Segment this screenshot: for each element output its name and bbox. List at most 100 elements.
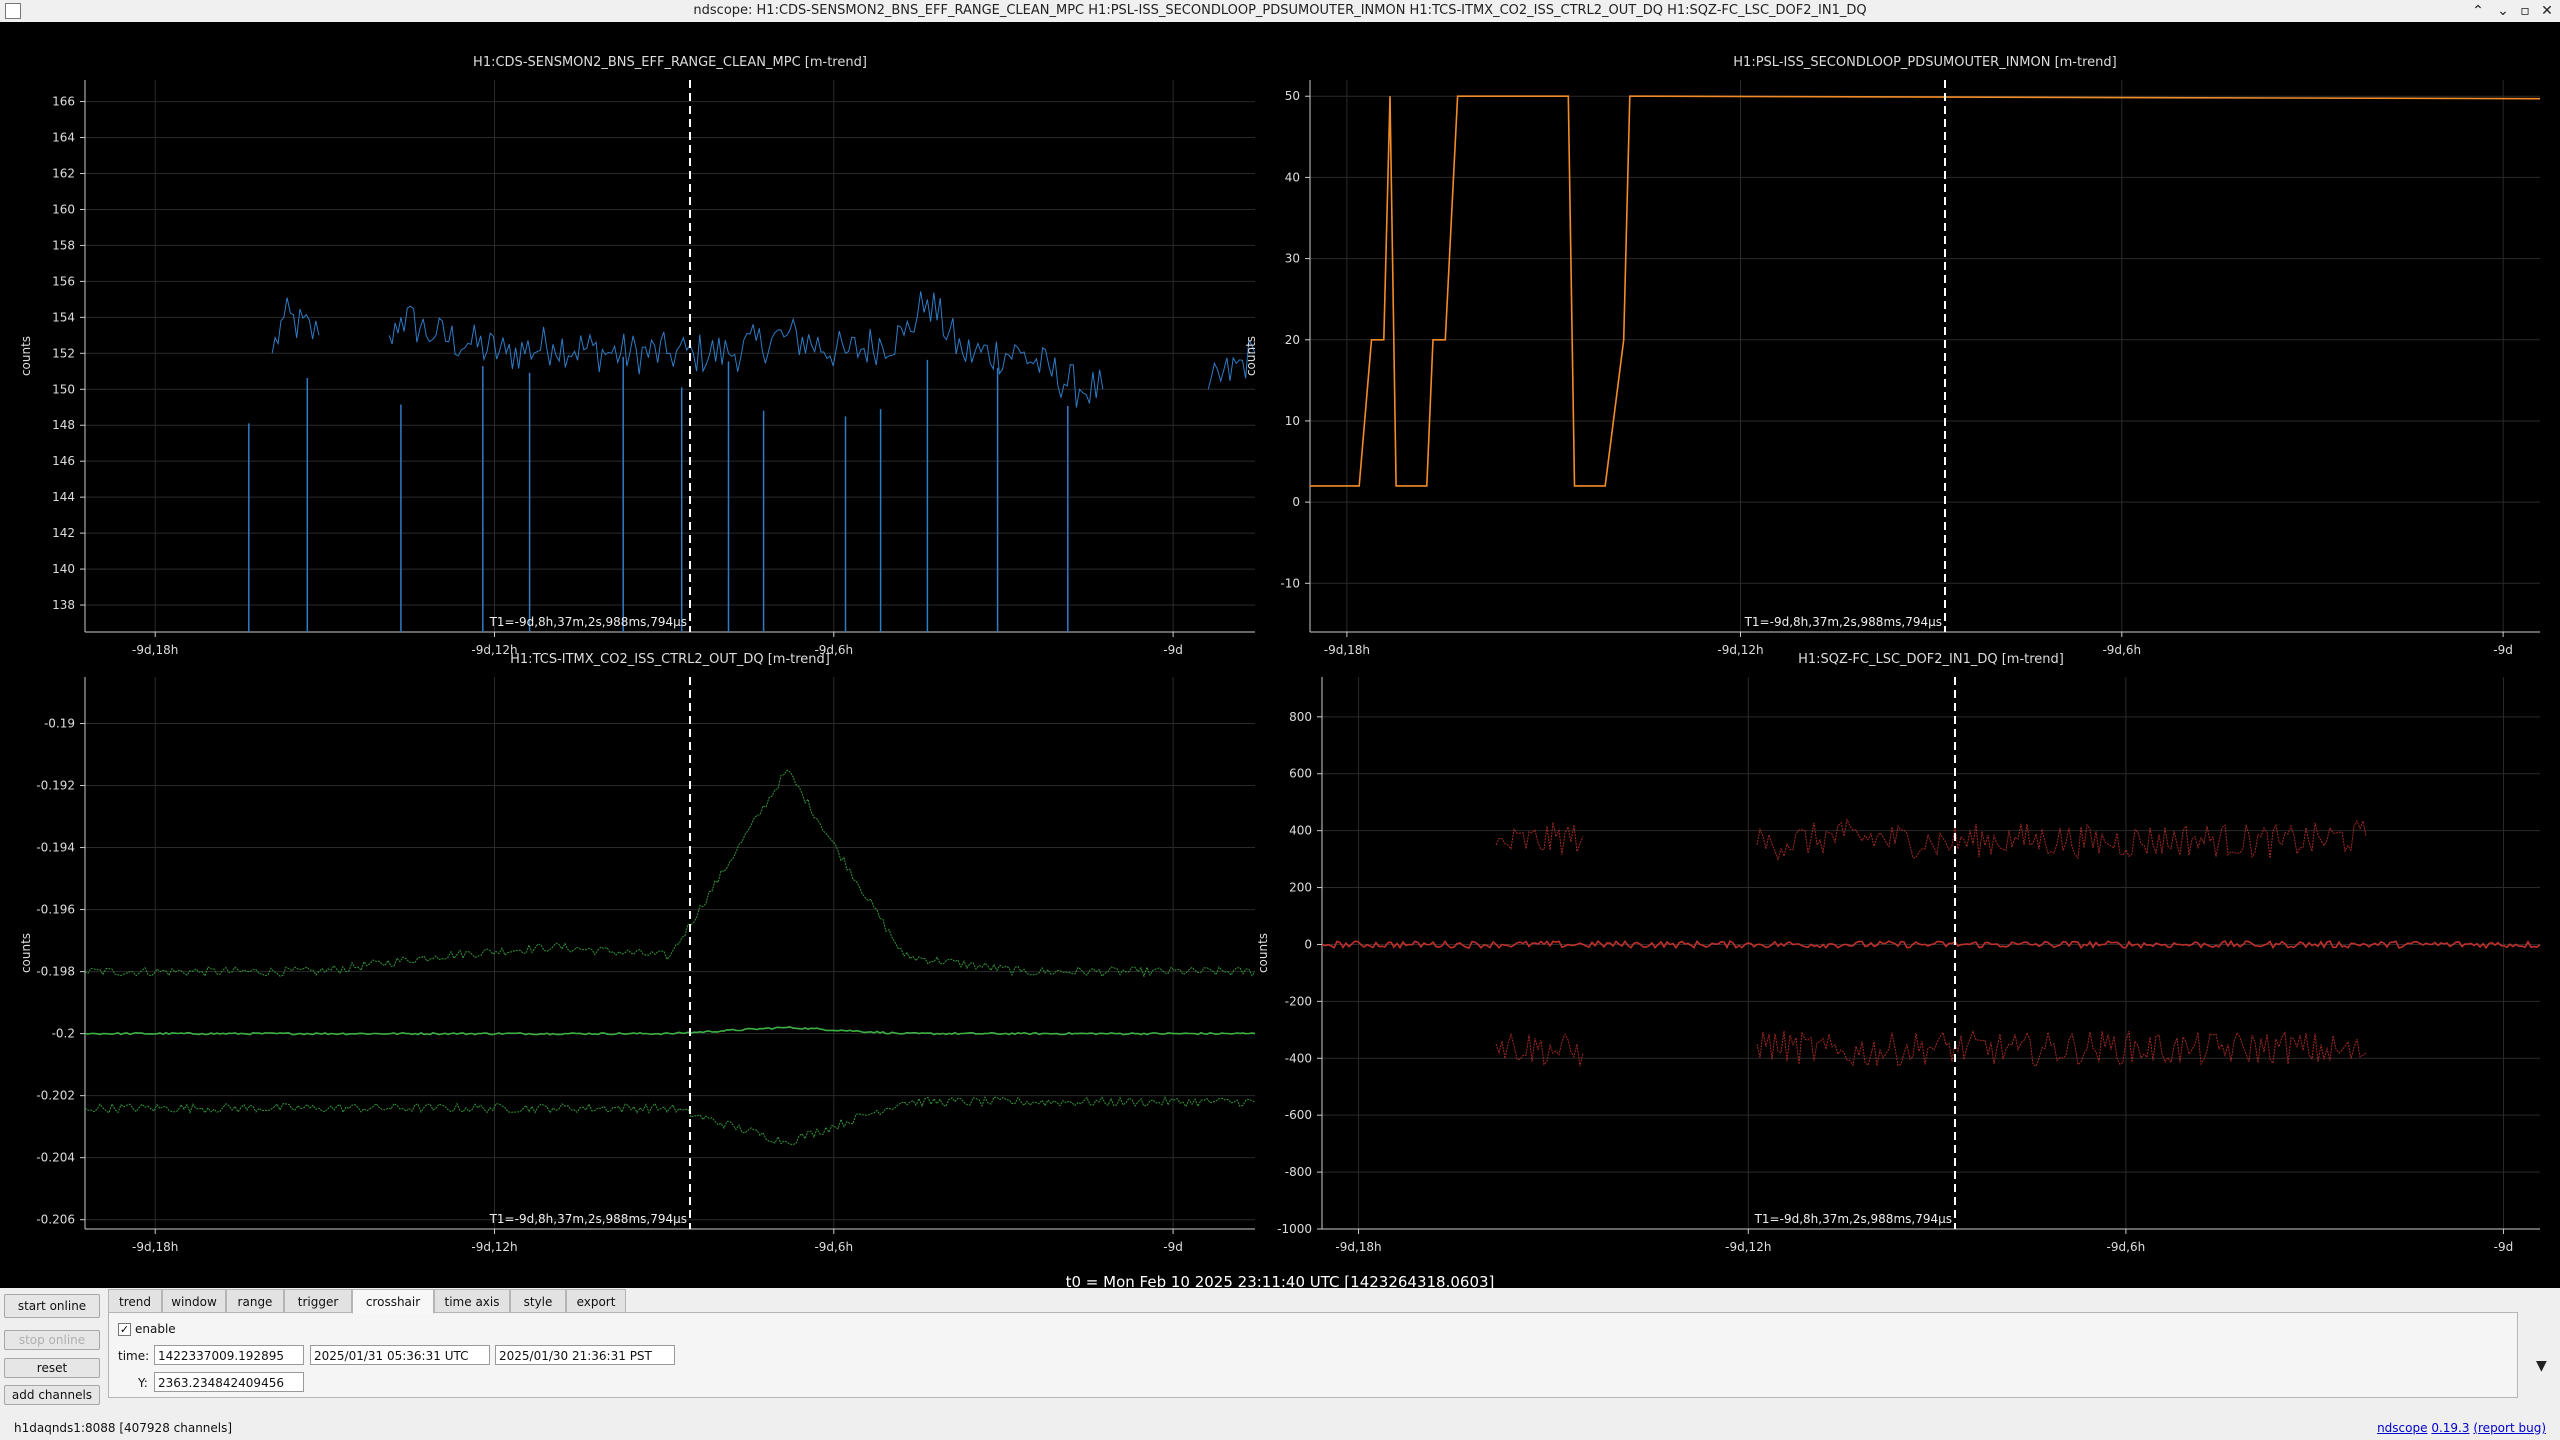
- y-tick-label: -0.194: [36, 841, 75, 855]
- enable-checkbox[interactable]: ✓: [118, 1323, 131, 1336]
- start-online-button[interactable]: start online: [4, 1294, 100, 1318]
- y-tick-label: 158: [52, 238, 75, 252]
- series-line-max: [84, 769, 1256, 978]
- plot-canvas[interactable]: H1:CDS-SENSMON2_BNS_EFF_RANGE_CLEAN_MPC …: [0, 22, 2560, 1288]
- y-tick-label: 0: [1292, 495, 1300, 509]
- y-tick-label: -400: [1285, 1051, 1312, 1065]
- tab-range[interactable]: range: [226, 1289, 284, 1313]
- y-value-field[interactable]: 2363.234842409456: [154, 1372, 304, 1392]
- y-tick-label: 146: [52, 454, 75, 468]
- crosshair-label: T1=-9d,8h,37m,2s,988ms,794µs: [489, 615, 687, 629]
- series-line-mean: [84, 1025, 1256, 1036]
- minimize-icon[interactable]: ⌃: [2468, 1, 2488, 21]
- y-tick-label: -0.192: [36, 779, 75, 793]
- tab-export[interactable]: export: [566, 1289, 626, 1313]
- x-tick-label: -9d,18h: [132, 643, 178, 657]
- tab-trend[interactable]: trend: [108, 1289, 162, 1313]
- y-axis-label: counts: [1244, 336, 1258, 376]
- series-line-min: [84, 1095, 1256, 1146]
- y-tick-label: -0.206: [36, 1213, 75, 1227]
- y-tick-label: 10: [1285, 414, 1300, 428]
- tab-style[interactable]: style: [510, 1289, 566, 1313]
- x-tick-label: -9d: [1163, 643, 1183, 657]
- tab-window[interactable]: window: [162, 1289, 226, 1313]
- y-tick-label: -600: [1285, 1108, 1312, 1122]
- y-tick-label: 152: [52, 346, 75, 360]
- y-tick-label: 154: [52, 310, 75, 324]
- stop-online-button[interactable]: stop online: [4, 1330, 100, 1350]
- minimize-window-icon[interactable]: ⌄: [2493, 1, 2513, 21]
- x-tick-label: -9d,6h: [2102, 643, 2141, 657]
- window-title: ndscope: H1:CDS-SENSMON2_BNS_EFF_RANGE_C…: [693, 3, 1867, 18]
- x-tick-label: -9d,6h: [814, 1240, 853, 1254]
- y-tick-label: 40: [1285, 170, 1300, 184]
- x-tick-label: -9d,18h: [1335, 1240, 1381, 1254]
- y-tick-label: 138: [52, 598, 75, 612]
- title-bar: ndscope: H1:CDS-SENSMON2_BNS_EFF_RANGE_C…: [0, 0, 2560, 23]
- gps-time-field[interactable]: 1422337009.192895: [154, 1345, 304, 1365]
- y-tick-label: -0.196: [36, 903, 75, 917]
- y-tick-label: 400: [1289, 824, 1312, 838]
- series-line-data: [1310, 95, 2541, 487]
- y-tick-label: 800: [1289, 710, 1312, 724]
- plot-title: H1:PSL-ISS_SECONDLOOP_PDSUMOUTER_INMON […: [1733, 55, 2116, 70]
- y-tick-label: 50: [1285, 89, 1300, 103]
- close-window-icon[interactable]: ✕: [2537, 1, 2557, 21]
- ndscope-link[interactable]: ndscope: [2377, 1421, 2427, 1435]
- y-tick-label: -0.2: [52, 1027, 75, 1041]
- maximize-window-icon[interactable]: ▫: [2515, 1, 2535, 21]
- y-tick-label: -1000: [1277, 1222, 1312, 1236]
- add-channels-button[interactable]: add channels: [4, 1385, 100, 1405]
- time-label: time:: [118, 1349, 150, 1363]
- chevron-down-icon[interactable]: ▼: [2536, 1358, 2547, 1374]
- y-axis-label: counts: [1256, 933, 1270, 973]
- y-axis-label: counts: [19, 336, 33, 376]
- plot-title: H1:TCS-ITMX_CO2_ISS_CTRL2_OUT_DQ [m-tren…: [510, 652, 830, 667]
- y-tick-label: -0.204: [36, 1151, 75, 1165]
- x-tick-label: -9d,12h: [1725, 1240, 1771, 1254]
- utc-time-field[interactable]: 2025/01/31 05:36:31 UTC: [310, 1345, 490, 1365]
- y-tick-label: -200: [1285, 994, 1312, 1008]
- report-bug-link[interactable]: (report bug): [2473, 1421, 2546, 1435]
- y-tick-label: 20: [1285, 333, 1300, 347]
- plot-title: H1:SQZ-FC_LSC_DOF2_IN1_DQ [m-trend]: [1798, 652, 2064, 667]
- y-tick-label: 200: [1289, 881, 1312, 895]
- reset-button[interactable]: reset: [4, 1358, 100, 1378]
- status-bar: h1daqnds1:8088 [407928 channels] ndscope…: [0, 1418, 2560, 1440]
- enable-label: enable: [135, 1322, 176, 1336]
- y-tick-label: 148: [52, 418, 75, 432]
- x-tick-label: -9d,6h: [2107, 1240, 2146, 1254]
- pst-time-field[interactable]: 2025/01/30 21:36:31 PST: [495, 1345, 675, 1365]
- tab-trigger[interactable]: trigger: [284, 1289, 352, 1313]
- series-line-max: [1496, 820, 2540, 860]
- y-tick-label: 162: [52, 166, 75, 180]
- series-line-data: [271, 291, 1256, 408]
- x-tick-label: -9d: [2494, 1240, 2514, 1254]
- x-tick-label: -9d: [1163, 1240, 1183, 1254]
- y-tick-label: 142: [52, 526, 75, 540]
- x-tick-label: -9d: [2493, 643, 2513, 657]
- y-tick-label: 0: [1304, 937, 1312, 951]
- y-tick-label: 150: [52, 382, 75, 396]
- tab-time-axis[interactable]: time axis: [434, 1289, 510, 1313]
- y-tick-label: -800: [1285, 1165, 1312, 1179]
- version-link[interactable]: 0.19.3: [2431, 1421, 2469, 1435]
- y-tick-label: 140: [52, 562, 75, 576]
- y-label: Y:: [138, 1376, 148, 1390]
- y-axis-label: counts: [19, 933, 33, 973]
- y-tick-label: 164: [52, 131, 75, 145]
- y-tick-label: -0.202: [36, 1089, 75, 1103]
- y-tick-label: 600: [1289, 767, 1312, 781]
- version-info: ndscope 0.19.3 (report bug): [2377, 1421, 2546, 1435]
- series-line-min: [1496, 1031, 2540, 1066]
- crosshair-label: T1=-9d,8h,37m,2s,988ms,794µs: [489, 1212, 687, 1226]
- server-status: h1daqnds1:8088 [407928 channels]: [14, 1421, 233, 1435]
- x-tick-label: -9d,18h: [1324, 643, 1370, 657]
- y-tick-label: -0.198: [36, 965, 75, 979]
- series-line-mean: [1321, 939, 2541, 950]
- tab-crosshair[interactable]: crosshair: [352, 1289, 434, 1314]
- crosshair-label: T1=-9d,8h,37m,2s,988ms,794µs: [1754, 1212, 1952, 1226]
- plot-area[interactable]: H1:CDS-SENSMON2_BNS_EFF_RANGE_CLEAN_MPC …: [0, 22, 2560, 1291]
- x-tick-label: -9d,12h: [1717, 643, 1763, 657]
- y-tick-label: 156: [52, 274, 75, 288]
